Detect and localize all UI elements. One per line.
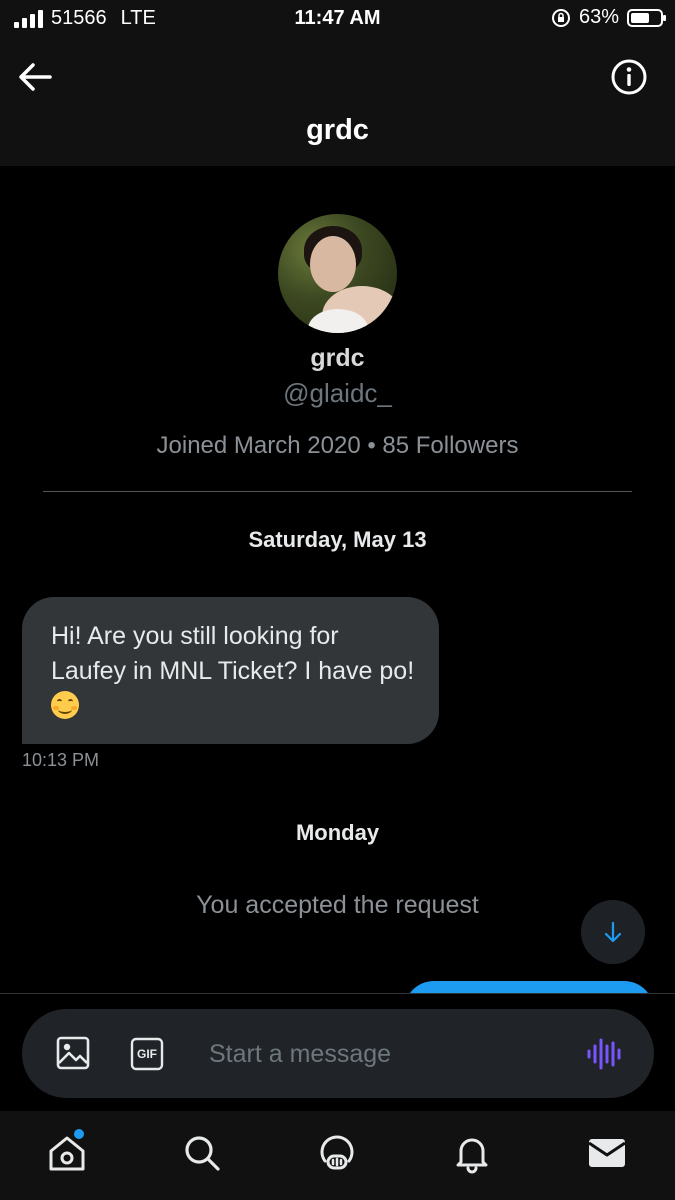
tab-notifications[interactable] <box>450 1131 494 1175</box>
scroll-to-bottom-button[interactable] <box>581 900 645 964</box>
signal-icon <box>14 9 43 28</box>
status-left: 51566 LTE <box>14 7 156 30</box>
avatar[interactable] <box>278 214 397 333</box>
notifications-icon <box>456 1138 488 1174</box>
messages-icon <box>588 1139 626 1167</box>
status-bar: 51566 LTE 11:47 AM 63% <box>0 0 675 40</box>
network-text: LTE <box>120 7 156 29</box>
tab-home[interactable] <box>45 1129 89 1175</box>
status-right: 63% <box>551 6 666 29</box>
date-separator: Saturday, May 13 <box>248 527 427 552</box>
tab-messages[interactable] <box>585 1131 629 1175</box>
profile-handle: @glaidc_ <box>283 378 392 408</box>
arrow-down-icon <box>604 921 622 943</box>
info-button[interactable] <box>609 57 649 97</box>
media-button[interactable] <box>55 1035 91 1071</box>
battery-percent: 63% <box>578 6 619 28</box>
conversation-header: grdc <box>0 40 675 166</box>
header-title: grdc <box>306 114 369 146</box>
image-icon <box>56 1036 90 1070</box>
orientation-lock-icon <box>551 8 570 27</box>
info-icon <box>611 59 647 95</box>
notification-dot <box>74 1129 84 1139</box>
bottom-tab-bar <box>0 1111 675 1200</box>
tab-search[interactable] <box>180 1131 224 1175</box>
voice-message-button[interactable] <box>584 1036 624 1072</box>
profile-name: grdc <box>310 344 365 372</box>
gif-label: GIF <box>137 1047 157 1061</box>
received-message-bubble[interactable]: Hi! Are you still looking for Laufey in … <box>22 597 439 744</box>
spaces-icon <box>320 1135 354 1170</box>
voice-waveform-icon <box>587 1038 621 1070</box>
arrow-left-icon <box>19 63 52 91</box>
carrier-text: 51566 <box>51 7 107 29</box>
battery-fill <box>631 12 649 23</box>
gif-button[interactable]: GIF <box>130 1037 164 1071</box>
composer-area: GIF <box>0 993 675 1111</box>
message-timestamp: 10:13 PM <box>22 750 100 770</box>
message-input[interactable] <box>207 1031 581 1077</box>
search-icon <box>185 1136 220 1171</box>
tab-spaces[interactable] <box>315 1131 359 1175</box>
date-separator: Monday <box>295 820 380 845</box>
message-text: Hi! Are you still looking for Laufey in … <box>51 622 415 685</box>
battery-icon <box>627 8 666 27</box>
divider <box>43 491 632 492</box>
system-message: You accepted the request <box>196 891 479 919</box>
profile-meta: Joined March 2020 • 85 Followers <box>156 432 519 459</box>
back-button[interactable] <box>16 57 56 97</box>
message-composer: GIF <box>22 1009 654 1098</box>
smiling-face-icon <box>51 691 79 719</box>
